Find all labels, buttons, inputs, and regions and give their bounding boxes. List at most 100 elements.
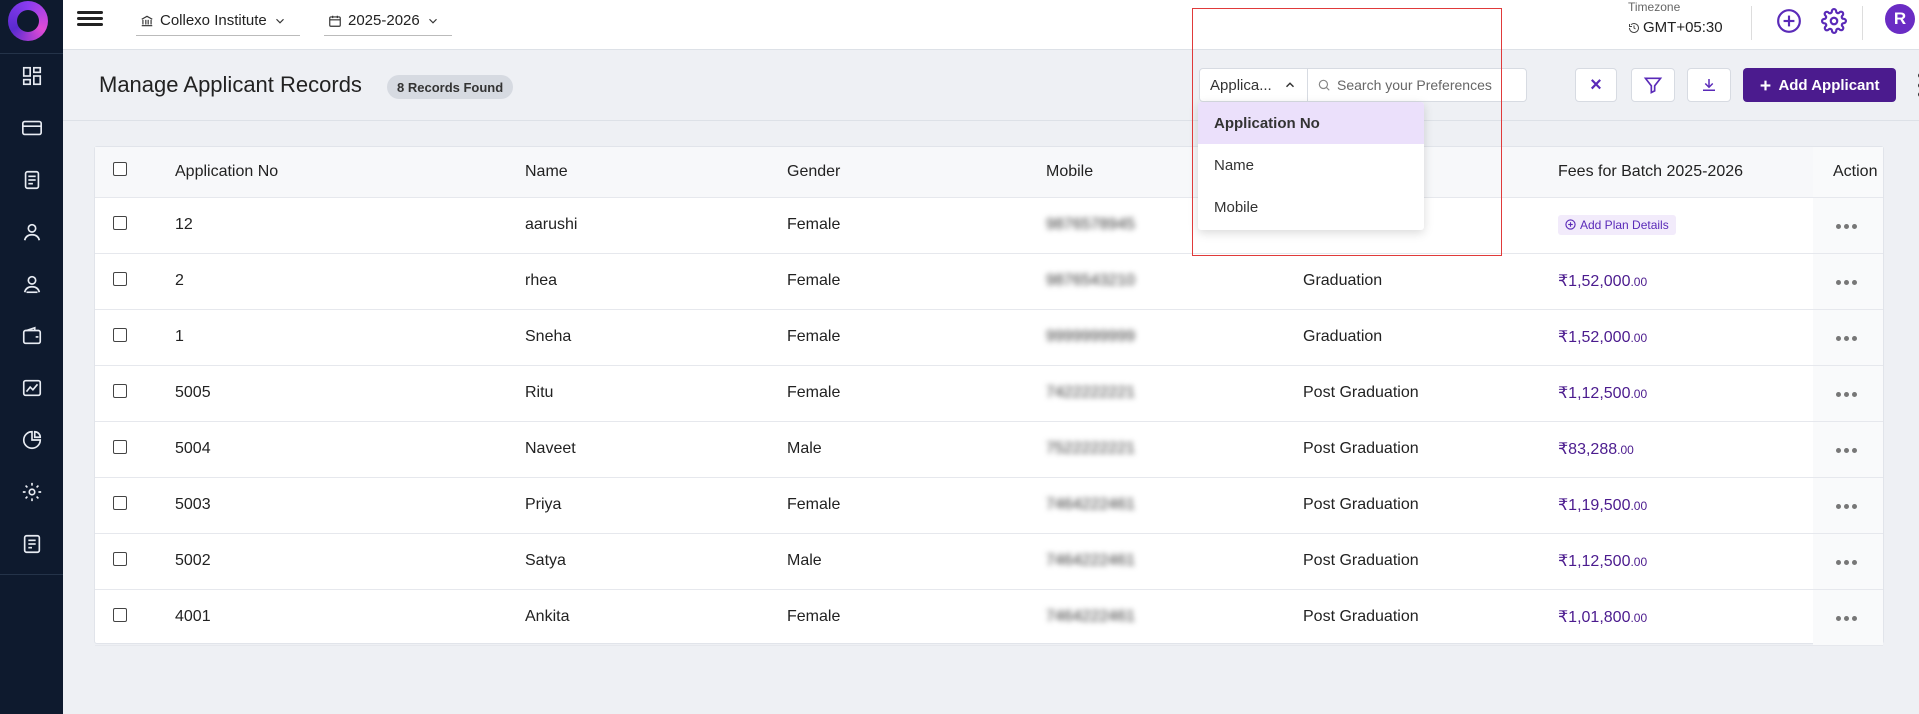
- timezone-value: GMT+05:30: [1628, 19, 1723, 36]
- fee-amount: ₹1,19,500.00: [1558, 497, 1648, 514]
- row-actions-menu-button[interactable]: [1836, 280, 1857, 285]
- add-circle-button[interactable]: [1774, 6, 1804, 36]
- plus-icon: [1761, 80, 1771, 90]
- row-checkbox[interactable]: [113, 607, 127, 622]
- sidebar-item-gallery[interactable]: [0, 362, 63, 414]
- institute-selector[interactable]: Collexo Institute: [136, 6, 300, 36]
- cell-application-no: 2: [175, 272, 184, 289]
- table-row[interactable]: 12 aarushi Female 9876578945 Add Plan De…: [95, 197, 1883, 253]
- cell-gender: Male: [787, 440, 822, 457]
- sidebar-item-reports[interactable]: [0, 518, 63, 570]
- row-select-cell: [95, 421, 175, 477]
- row-select-cell: [95, 365, 175, 421]
- mobile-value-blurred: 7464222461: [1046, 552, 1135, 569]
- toolbar-separator: [1751, 6, 1752, 40]
- more-options-button[interactable]: [1915, 71, 1919, 99]
- search-field-select[interactable]: Applica...: [1200, 69, 1308, 101]
- row-actions-menu-button[interactable]: [1836, 616, 1857, 621]
- row-select-cell: [95, 197, 175, 253]
- row-checkbox[interactable]: [113, 551, 127, 566]
- column-header-application-no[interactable]: Application No: [175, 147, 525, 198]
- row-actions-menu-button[interactable]: [1836, 224, 1857, 229]
- download-button[interactable]: [1687, 68, 1731, 102]
- row-actions-menu-button[interactable]: [1836, 504, 1857, 509]
- sidebar-item-settings[interactable]: [0, 466, 63, 518]
- cell-application-no: 12: [175, 216, 193, 233]
- row-checkbox[interactable]: [113, 327, 127, 342]
- clock-history-icon: [1629, 22, 1639, 33]
- search-input[interactable]: [1337, 77, 1502, 93]
- table-row[interactable]: 5003 Priya Female 7464222461 Post Gradua…: [95, 477, 1883, 533]
- cell-action: [1813, 421, 1883, 477]
- sidebar: [0, 0, 63, 714]
- filter-button[interactable]: [1631, 68, 1675, 102]
- sidebar-item-teachers[interactable]: [0, 258, 63, 310]
- row-actions-menu-button[interactable]: [1836, 336, 1857, 341]
- applicants-table: Application No Name Gender Mobile Fees f…: [95, 147, 1883, 646]
- sidebar-item-analytics[interactable]: [0, 414, 63, 466]
- cell-name: Satya: [525, 552, 566, 569]
- dropdown-option-application-no[interactable]: Application No: [1198, 102, 1424, 144]
- table-row[interactable]: 2 rhea Female 9876543210 Graduation ₹1,5…: [95, 253, 1883, 309]
- cell-fees: ₹1,12,500.00: [1558, 533, 1813, 589]
- cell-application-no: 4001: [175, 608, 211, 625]
- row-checkbox[interactable]: [113, 495, 127, 510]
- clear-search-button[interactable]: ×: [1575, 68, 1617, 102]
- select-all-checkbox[interactable]: [113, 162, 127, 177]
- app-logo[interactable]: [8, 1, 48, 41]
- year-selector[interactable]: 2025-2026: [324, 6, 452, 36]
- table-row[interactable]: 5004 Naveet Male 7522222221 Post Graduat…: [95, 421, 1883, 477]
- sidebar-item-documents[interactable]: [0, 154, 63, 206]
- toolbar-separator: [1862, 6, 1863, 40]
- sidebar-item-users[interactable]: [0, 206, 63, 258]
- dropdown-option-mobile[interactable]: Mobile: [1198, 186, 1424, 228]
- row-select-cell: [95, 589, 175, 645]
- fee-amount: ₹1,01,800.00: [1558, 609, 1648, 626]
- settings-icon: [22, 482, 41, 502]
- cell-mobile: 7464222461: [1046, 533, 1303, 589]
- cell-action: [1813, 477, 1883, 533]
- cell-mobile: 7464222461: [1046, 589, 1303, 645]
- cell-course: Graduation: [1303, 272, 1383, 289]
- cell-name: Ritu: [525, 384, 554, 401]
- report-icon: [23, 534, 40, 554]
- add-plan-details-button[interactable]: Add Plan Details: [1558, 214, 1676, 235]
- row-actions-menu-button[interactable]: [1836, 448, 1857, 453]
- cell-application-no: 5003: [175, 496, 211, 513]
- column-header-name[interactable]: Name: [525, 147, 787, 198]
- row-actions-menu-button[interactable]: [1836, 560, 1857, 565]
- column-header-fees[interactable]: Fees for Batch 2025-2026: [1558, 147, 1813, 198]
- table-row[interactable]: 4001 Ankita Female 7464222461 Post Gradu…: [95, 589, 1883, 645]
- cell-action: [1813, 365, 1883, 421]
- document-icon: [24, 170, 39, 190]
- row-checkbox[interactable]: [113, 271, 127, 286]
- sidebar-item-wallet[interactable]: [0, 310, 63, 362]
- cell-name: Naveet: [525, 440, 576, 457]
- sidebar-item-dashboard[interactable]: [0, 50, 63, 102]
- hamburger-menu-button[interactable]: [77, 8, 103, 30]
- row-checkbox[interactable]: [113, 439, 127, 454]
- row-actions-menu-button[interactable]: [1836, 392, 1857, 397]
- cell-course: Post Graduation: [1303, 552, 1419, 569]
- row-checkbox[interactable]: [113, 215, 127, 230]
- table-row[interactable]: 5005 Ritu Female 7422222221 Post Graduat…: [95, 365, 1883, 421]
- column-header-action: Action: [1813, 147, 1883, 198]
- cell-fees: ₹83,288.00: [1558, 421, 1813, 477]
- sidebar-item-cards[interactable]: [0, 102, 63, 154]
- table-row[interactable]: 1 Sneha Female 9999999999 Graduation ₹1,…: [95, 309, 1883, 365]
- wallet-icon: [22, 326, 41, 345]
- column-header-gender[interactable]: Gender: [787, 147, 1046, 198]
- user-avatar[interactable]: R: [1885, 4, 1915, 34]
- row-checkbox[interactable]: [113, 383, 127, 398]
- add-applicant-button[interactable]: Add Applicant: [1743, 68, 1896, 102]
- dropdown-option-name[interactable]: Name: [1198, 144, 1424, 186]
- chevron-up-icon: [1285, 82, 1295, 88]
- cell-action: [1813, 309, 1883, 365]
- fee-amount: ₹1,12,500.00: [1558, 553, 1648, 570]
- table-row[interactable]: 5002 Satya Male 7464222461 Post Graduati…: [95, 533, 1883, 589]
- cell-name: aarushi: [525, 216, 578, 233]
- settings-button[interactable]: [1819, 6, 1849, 36]
- records-count-badge: 8 Records Found: [387, 75, 514, 99]
- cell-fees: ₹1,12,500.00: [1558, 365, 1813, 421]
- cell-application-no: 5004: [175, 440, 211, 457]
